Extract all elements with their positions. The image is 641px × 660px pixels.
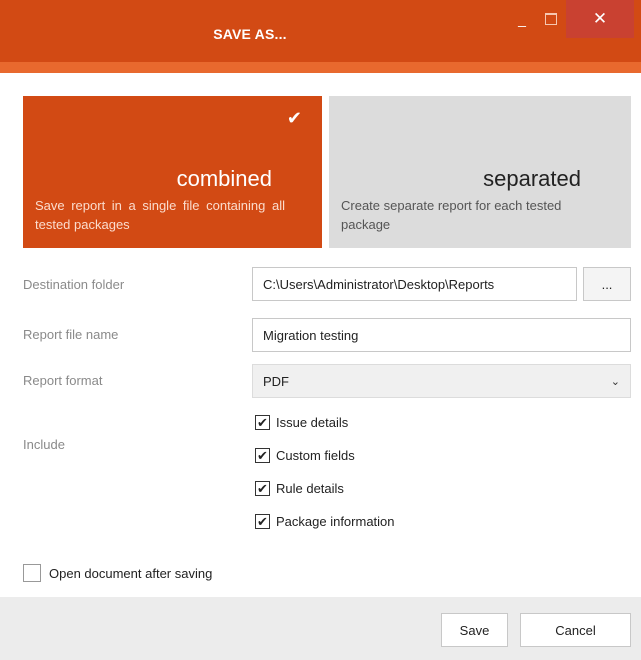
mode-separated-title: separated [483,166,581,191]
checkbox-unchecked-icon [23,564,41,582]
checkbox-checked-icon: ✔ [255,480,270,496]
checkbox-label: Open document after saving [49,565,213,581]
checkbox-checked-icon: ✔ [255,414,270,430]
cancel-button[interactable]: Cancel [520,613,631,647]
report-format-select[interactable]: PDF ⌄ [252,364,631,398]
checkbox-checked-icon: ✔ [255,513,270,529]
minimize-button[interactable]: _ [508,0,536,38]
maximize-icon [545,13,557,25]
checkbox-label: Issue details [276,414,349,430]
title-accent-strip [0,62,641,73]
minimize-icon: _ [518,11,526,27]
include-custom-fields-checkbox[interactable]: ✔ Custom fields [255,445,355,465]
chevron-down-icon: ⌄ [610,375,620,388]
mode-separated-description: Create separate report for each tested p… [341,198,562,232]
mode-combined-description: Save report in a single file containing … [35,198,285,232]
include-package-information-checkbox[interactable]: ✔ Package information [255,511,395,531]
mode-separated-card[interactable]: separated Create separate report for eac… [329,96,631,248]
report-format-value: PDF [263,373,289,389]
title-bar: SAVE AS... _ ✕ [0,0,641,62]
include-issue-details-checkbox[interactable]: ✔ Issue details [255,412,348,432]
close-icon: ✕ [592,9,608,28]
destination-folder-field[interactable]: C:\Users\Administrator\Desktop\Reports [252,267,577,301]
report-format-label: Report format [23,373,103,388]
report-file-name-input[interactable]: Migration testing [252,318,631,352]
mode-combined-title: combined [176,166,272,191]
checkbox-label: Package information [276,513,395,529]
mode-combined-card[interactable]: ✔ combined Save report in a single file … [23,96,322,248]
browse-button[interactable]: ... [583,267,631,301]
checkbox-checked-icon: ✔ [255,447,270,463]
checkbox-label: Rule details [276,480,344,496]
include-rule-details-checkbox[interactable]: ✔ Rule details [255,478,344,498]
maximize-button[interactable] [537,0,565,38]
save-button[interactable]: Save [441,613,508,647]
window-title: SAVE AS... [213,26,287,42]
checkmark-icon: ✔ [286,108,302,128]
checkbox-label: Custom fields [276,447,355,463]
destination-folder-label: Destination folder [23,277,125,292]
report-file-name-label: Report file name [23,327,119,342]
include-label: Include [23,437,65,452]
open-after-saving-checkbox[interactable]: Open document after saving [23,563,212,583]
close-button[interactable]: ✕ [566,0,634,38]
